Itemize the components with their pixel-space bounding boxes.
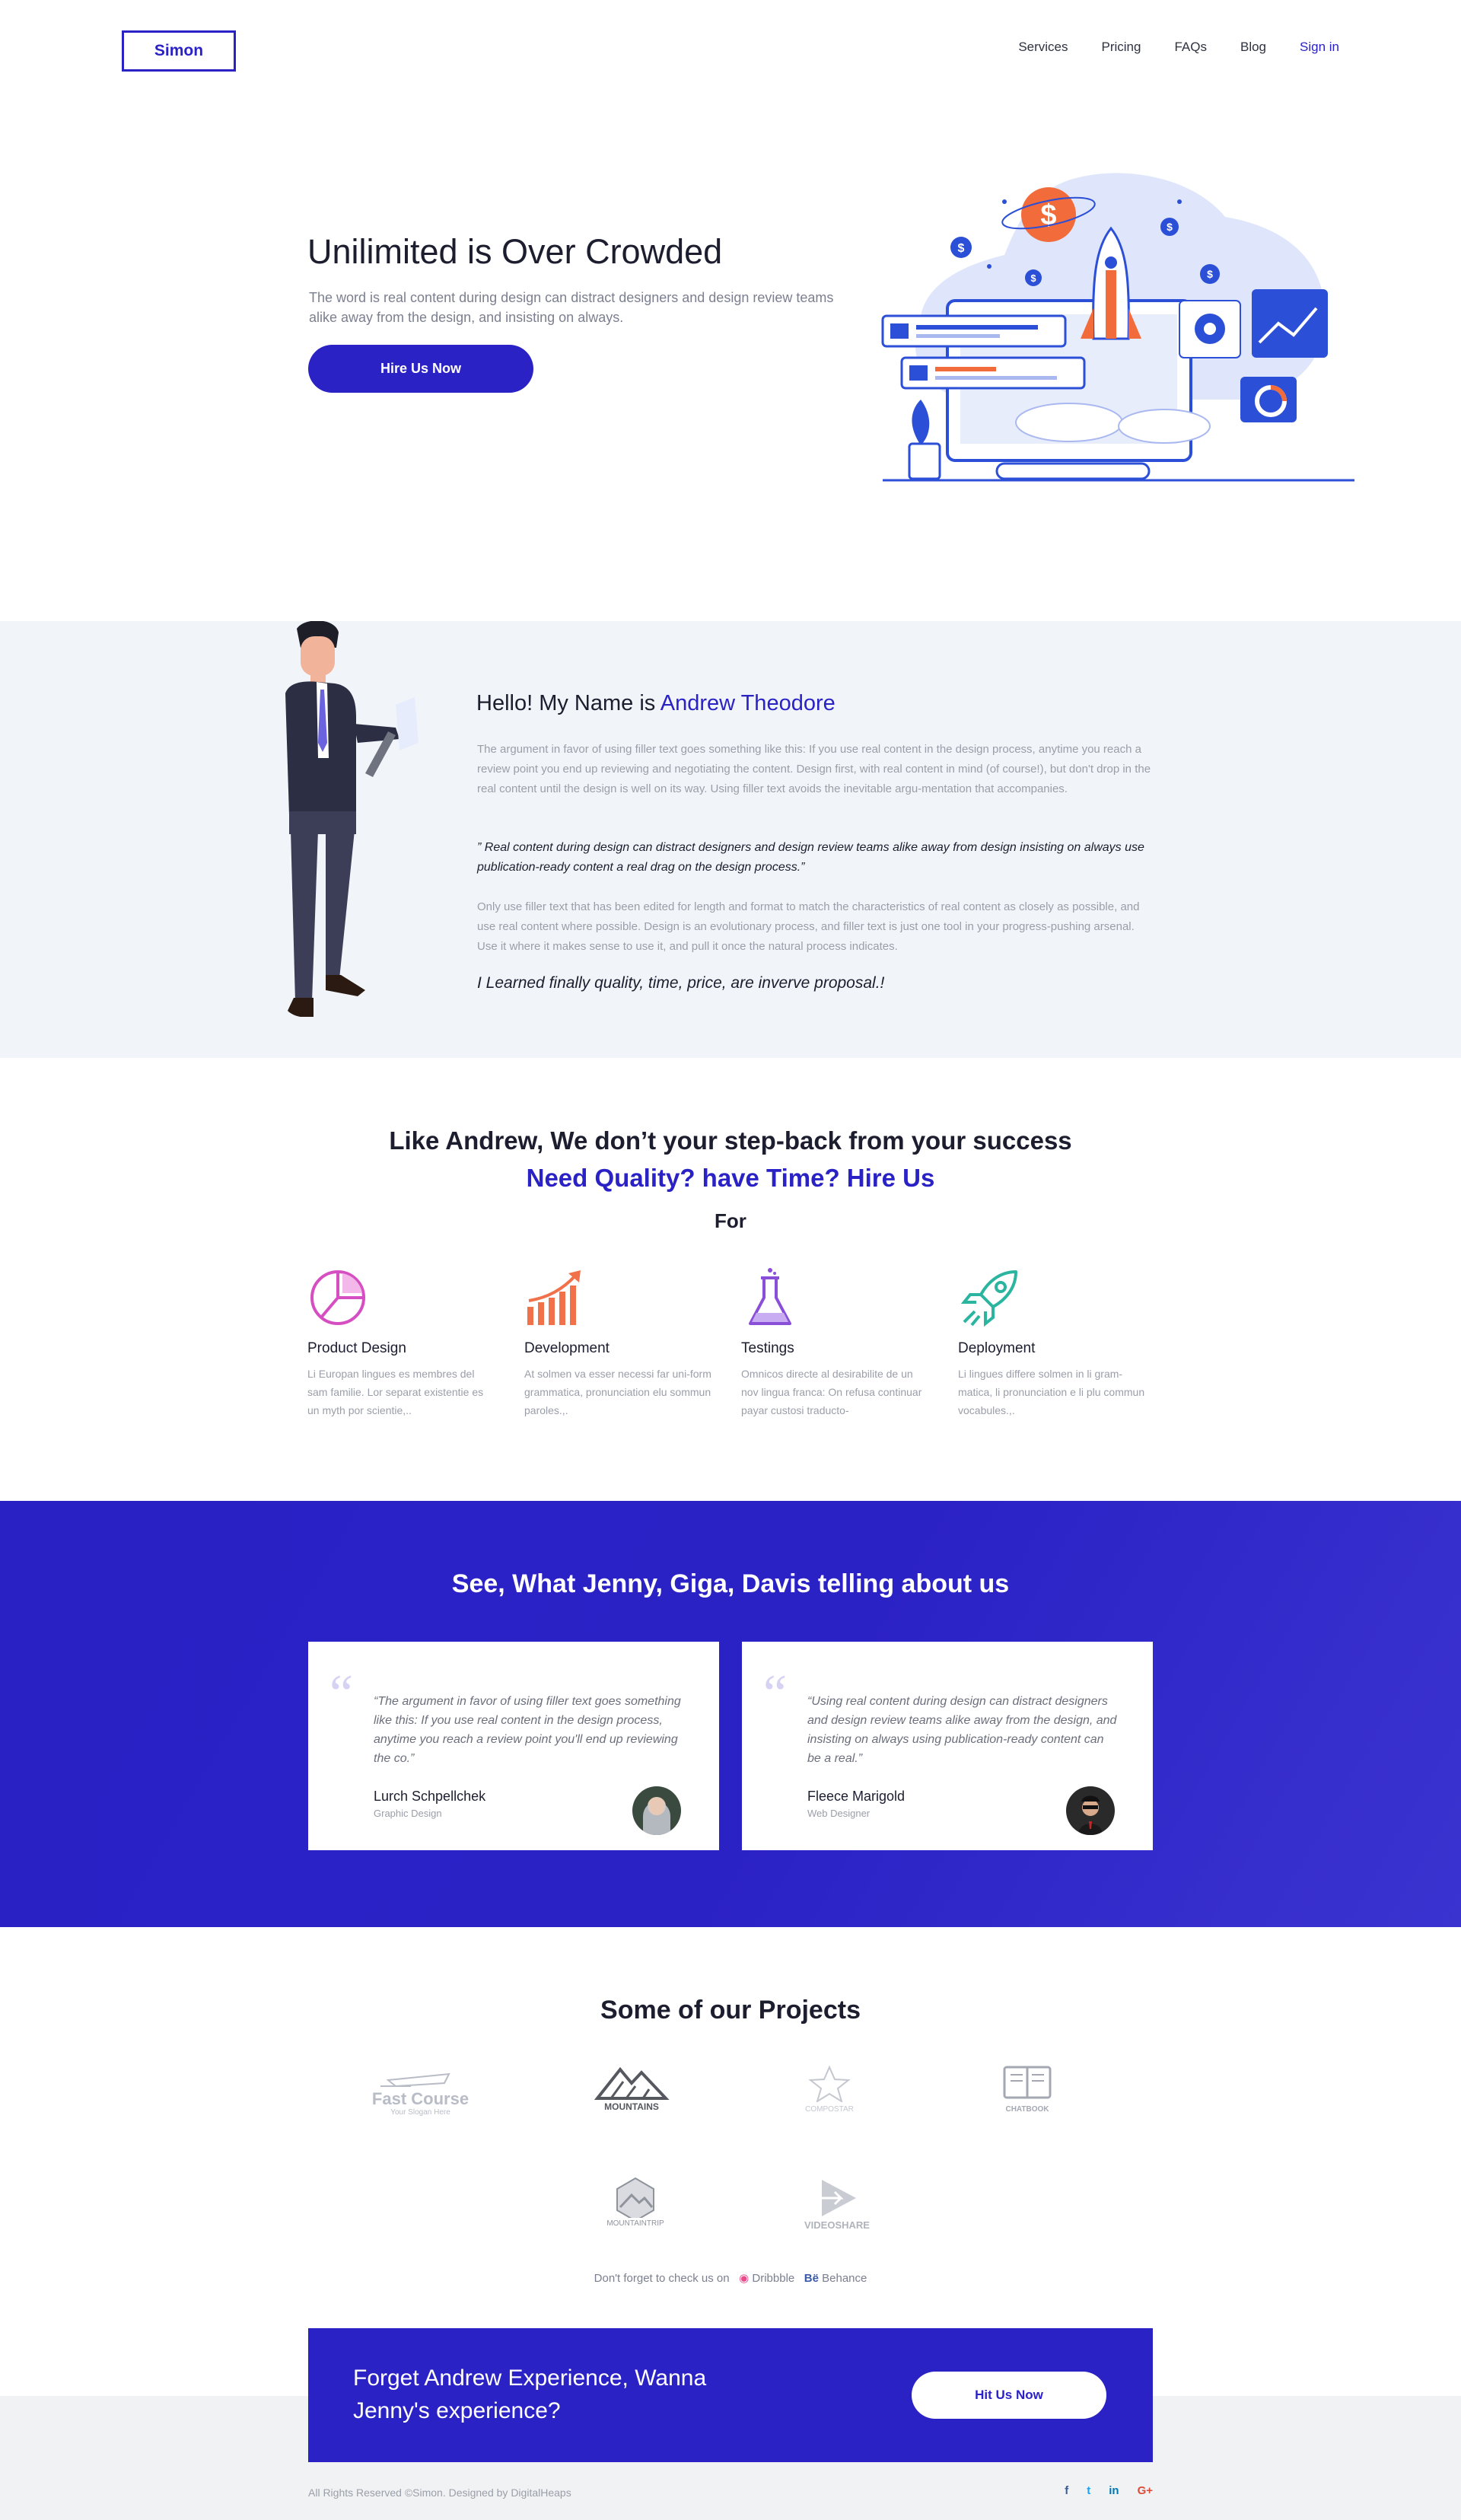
mountains-logo xyxy=(594,2066,670,2100)
videoshare-logo xyxy=(822,2180,856,2216)
service-description: Li Europan lingues es membres del sam fa… xyxy=(307,1368,484,1416)
about-title: Hello! My Name is Andrew Theodore xyxy=(476,691,836,716)
testimonials-title: See, What Jenny, Giga, Davis telling abo… xyxy=(451,1569,1010,1598)
hire-us-button[interactable]: Hire Us Now xyxy=(308,345,533,393)
service-name: Deployment xyxy=(958,1340,1036,1356)
project-name: COMPOSTAR xyxy=(805,2105,854,2114)
facebook-icon[interactable]: f xyxy=(1065,2484,1068,2497)
rocket-icon xyxy=(960,1270,1017,1327)
about-paragraph-2: Only use filler text that has been edite… xyxy=(477,900,1140,953)
page: Simon Services Pricing FAQs Blog Sign in… xyxy=(0,0,1461,2520)
growth-chart-icon xyxy=(527,1270,581,1325)
about-signature: I Learned finally quality, time, price, … xyxy=(477,974,885,992)
testimonial-card: “ “The argument in favor of using filler… xyxy=(308,1642,719,1850)
sign-in-link[interactable]: Sign in xyxy=(1300,40,1339,55)
dribbble-link[interactable]: Dribbble xyxy=(752,2272,794,2285)
quote-icon: “ xyxy=(763,1665,788,1723)
nav-faqs[interactable]: FAQs xyxy=(1174,40,1207,55)
project-name: Fast Course xyxy=(371,2089,469,2108)
check-prefix: Don't forget to check us on xyxy=(594,2272,730,2285)
service-description: At solmen va esser necessi far uni-form … xyxy=(524,1368,711,1416)
services-subheading: Need Quality? have Time? Hire Us xyxy=(526,1164,935,1192)
project-name: CHATBOOK xyxy=(1005,2105,1049,2114)
projects-title: Some of our Projects xyxy=(600,1996,861,2025)
project-logo-fast-course[interactable]: Fast Course Your Slogan Here xyxy=(365,2066,476,2120)
google-plus-icon[interactable]: G+ xyxy=(1138,2484,1153,2497)
testimonial-author: Fleece Marigold xyxy=(807,1789,906,1804)
avatar xyxy=(1066,1786,1115,1835)
copyright: All Rights Reserved ©Simon. Designed by … xyxy=(308,2487,571,2499)
about-quote: ” Real content during design can distrac… xyxy=(477,841,1144,874)
project-name: MOUNTAINTRIP xyxy=(606,2219,664,2228)
nav-services[interactable]: Services xyxy=(1018,40,1068,55)
pie-chart-icon xyxy=(310,1270,365,1325)
social-links: f t in G+ xyxy=(1065,2484,1153,2497)
nav-blog[interactable]: Blog xyxy=(1240,40,1266,55)
service-description: Li lingues differe solmen in li gram-mat… xyxy=(958,1368,1145,1416)
social-check-line: Don't forget to check us on ◉ Dribbble B… xyxy=(0,2271,1461,2285)
service-card: Product Design Li Europan lingues es mem… xyxy=(307,1267,505,1419)
testimonial-text: “The argument in favor of using filler t… xyxy=(374,1695,681,1765)
testimonial-author: Lurch Schpellchek xyxy=(374,1789,486,1804)
header: Simon Services Pricing FAQs Blog Sign in xyxy=(0,0,1461,99)
hit-us-now-button[interactable]: Hit Us Now xyxy=(912,2372,1106,2419)
service-name: Product Design xyxy=(307,1340,406,1356)
quote-icon: “ xyxy=(329,1665,354,1723)
businessman-illustration xyxy=(285,621,419,1017)
testimonials-section: See, What Jenny, Giga, Davis telling abo… xyxy=(0,1501,1461,1927)
hero-title: Unilimited is Over Crowded xyxy=(307,232,723,271)
project-logo-compostar[interactable]: COMPOSTAR xyxy=(795,2064,864,2117)
project-tagline: Your Slogan Here xyxy=(390,2108,450,2117)
project-logo-chatbook[interactable]: CHATBOOK xyxy=(995,2064,1059,2117)
flask-icon xyxy=(749,1268,791,1325)
logo[interactable]: Simon xyxy=(122,30,236,72)
svg-text:$: $ xyxy=(1030,272,1036,284)
testimonial-role: Web Designer xyxy=(807,1808,871,1819)
linkedin-icon[interactable]: in xyxy=(1109,2484,1119,2497)
testimonial-text: “Using real content during design can di… xyxy=(807,1695,1117,1765)
project-name: MOUNTAINS xyxy=(604,2101,659,2112)
project-logo-mountaintrip[interactable]: MOUNTAINTRIP xyxy=(597,2177,673,2230)
service-name: Development xyxy=(524,1340,610,1356)
testimonial-card: “ “Using real content during design can … xyxy=(742,1642,1153,1850)
about-section: Hello! My Name is Andrew Theodore The ar… xyxy=(0,621,1461,1058)
about-title-prefix: Hello! My Name is xyxy=(476,691,660,715)
svg-text:$: $ xyxy=(1207,268,1213,280)
svg-text:$: $ xyxy=(1167,221,1173,233)
services-heading: Like Andrew, We don’t your step-back fro… xyxy=(389,1126,1072,1155)
mountaintrip-logo xyxy=(616,2177,654,2222)
compostar-logo xyxy=(808,2065,851,2104)
dribbble-icon: ◉ xyxy=(739,2272,750,2285)
project-name: VIDEOSHARE xyxy=(804,2219,870,2231)
twitter-icon[interactable]: t xyxy=(1087,2484,1090,2497)
project-logo-mountains[interactable]: MOUNTAINS xyxy=(590,2066,673,2120)
service-description: Omnicos directe al desirabilite de un no… xyxy=(741,1368,922,1416)
hero-subtitle: The word is real content during design c… xyxy=(309,290,834,325)
chatbook-logo xyxy=(1003,2066,1052,2099)
hero-illustration: $ $ $ $ $ xyxy=(881,173,1354,482)
project-logo-videoshare[interactable]: VIDEOSHARE xyxy=(795,2177,879,2231)
service-card: Development At solmen va esser necessi f… xyxy=(524,1267,722,1419)
behance-link[interactable]: Behance xyxy=(822,2272,867,2285)
svg-text:$: $ xyxy=(958,242,965,255)
behance-icon: Bë xyxy=(804,2272,819,2285)
about-name: Andrew Theodore xyxy=(660,691,836,715)
service-card: Testings Omnicos directe al desirabilite… xyxy=(741,1267,939,1419)
about-paragraph-1: The argument in favor of using filler te… xyxy=(477,743,1151,795)
testimonial-role: Graphic Design xyxy=(374,1808,442,1819)
services-for-label: For xyxy=(715,1209,746,1232)
main-nav: Services Pricing FAQs Blog Sign in xyxy=(1018,40,1339,55)
cta-text: Forget Andrew Experience, Wanna Jenny's … xyxy=(353,2365,707,2423)
cta-banner: Forget Andrew Experience, Wanna Jenny's … xyxy=(308,2328,1153,2462)
service-name: Testings xyxy=(741,1340,794,1356)
service-card: Deployment Li lingues differe solmen in … xyxy=(958,1267,1156,1419)
nav-pricing[interactable]: Pricing xyxy=(1102,40,1141,55)
avatar xyxy=(632,1786,681,1835)
